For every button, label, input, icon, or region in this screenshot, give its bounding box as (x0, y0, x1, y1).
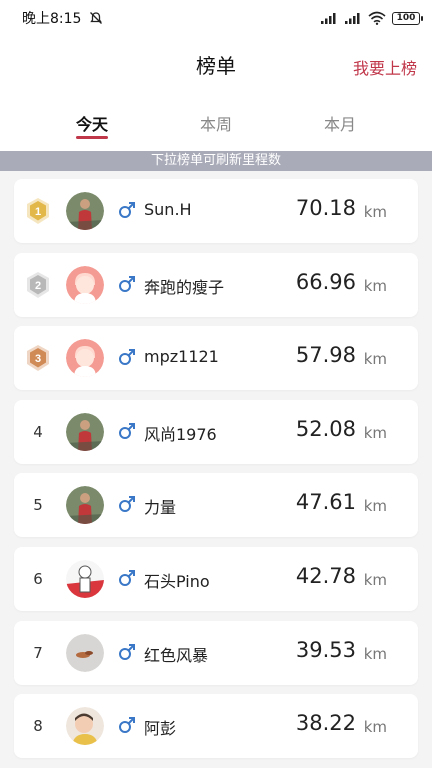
male-gender-icon (118, 201, 136, 219)
avatar[interactable] (66, 707, 104, 746)
distance-value: 66.96 (295, 269, 356, 294)
user-name: Sun.H (144, 200, 192, 219)
distance-unit: km (363, 571, 387, 589)
user-name: 红色风暴 (144, 645, 209, 665)
avatar[interactable] (66, 560, 104, 598)
period-tabs: 今天 本周 本月 (0, 98, 432, 151)
rank-number: 7 (33, 643, 43, 662)
user-name: 石头Pino (144, 572, 210, 591)
ranking-row[interactable]: 3 mpz1121 57.98 km (14, 326, 418, 391)
cell-signal-icon (320, 11, 338, 25)
male-gender-icon (118, 422, 136, 440)
tab-today[interactable]: 今天 (47, 98, 137, 151)
distance-unit: km (363, 423, 387, 442)
male-gender-icon (118, 716, 136, 734)
distance-value: 47.61 (295, 490, 356, 515)
male-gender-icon (118, 495, 136, 513)
header: 榜单 我要上榜 (0, 36, 432, 98)
status-time: 晚上8:15 (22, 11, 82, 27)
ranking-row[interactable]: 1 Sun.H 70.18 km (14, 179, 418, 243)
status-bar: 晚上8:15 100 (0, 0, 432, 36)
svg-text:1: 1 (35, 206, 41, 218)
ranking-row[interactable]: 2 奔跑的瘦子 66.96 km (14, 252, 418, 317)
distance-value: 70.18 (295, 196, 356, 220)
rank-number: 5 (33, 496, 43, 515)
user-name: 奔跑的瘦子 (144, 277, 225, 297)
distance-unit: km (363, 497, 387, 516)
tab-this-week[interactable]: 本周 (171, 98, 261, 151)
cell-signal-icon-2 (344, 11, 362, 25)
distance-unit: km (363, 350, 387, 369)
avatar[interactable] (66, 412, 104, 451)
rank-number: 4 (33, 422, 43, 441)
ranking-row[interactable]: 5 力量 47.61 km (14, 473, 418, 538)
distance-unit: km (363, 718, 387, 737)
male-gender-icon (118, 275, 136, 293)
avatar[interactable] (66, 633, 104, 672)
distance-value: 38.22 (295, 711, 356, 736)
ranking-row[interactable]: 8 阿彭 38.22 km (14, 694, 418, 759)
svg-text:3: 3 (35, 353, 41, 365)
active-tab-indicator (76, 136, 108, 139)
distance-unit: km (363, 276, 387, 295)
male-gender-icon (118, 348, 136, 366)
battery-icon: 100 (392, 11, 423, 25)
ranking-row[interactable]: 6 石头Pino 42.78 km (14, 547, 418, 611)
tab-this-month-label: 本月 (323, 115, 356, 134)
user-name: 风尚1976 (144, 424, 217, 444)
mute-notification-icon (89, 11, 103, 25)
avatar[interactable] (66, 339, 104, 378)
svg-text:2: 2 (35, 280, 41, 292)
distance-unit: km (363, 644, 387, 663)
user-name: 力量 (144, 498, 177, 518)
distance-unit: km (363, 203, 387, 221)
ranking-row[interactable]: 7 红色风暴 39.53 km (14, 620, 418, 685)
join-ranking-button[interactable]: 我要上榜 (353, 55, 417, 79)
avatar[interactable] (66, 192, 104, 230)
silver-medal-icon: 2 (24, 271, 52, 299)
user-name: 阿彭 (144, 719, 177, 739)
ranking-row[interactable]: 4 风尚1976 52.08 km (14, 399, 418, 464)
gold-medal-icon: 1 (24, 197, 52, 225)
bronze-medal-icon: 3 (24, 344, 52, 372)
tab-this-month[interactable]: 本月 (295, 98, 385, 151)
avatar[interactable] (66, 486, 104, 525)
avatar[interactable] (66, 265, 104, 304)
distance-value: 52.08 (295, 416, 356, 441)
rank-number: 6 (33, 570, 43, 588)
wifi-icon (368, 11, 386, 25)
male-gender-icon (118, 569, 136, 587)
refresh-hint-banner: 下拉榜单可刷新里程数 (0, 151, 432, 171)
tab-this-week-label: 本周 (199, 115, 232, 134)
distance-value: 42.78 (295, 564, 356, 588)
rank-number: 8 (33, 717, 43, 736)
tab-today-label: 今天 (75, 115, 108, 134)
distance-value: 39.53 (295, 637, 356, 662)
male-gender-icon (118, 643, 136, 661)
user-name: mpz1121 (144, 347, 219, 367)
distance-value: 57.98 (295, 343, 356, 368)
